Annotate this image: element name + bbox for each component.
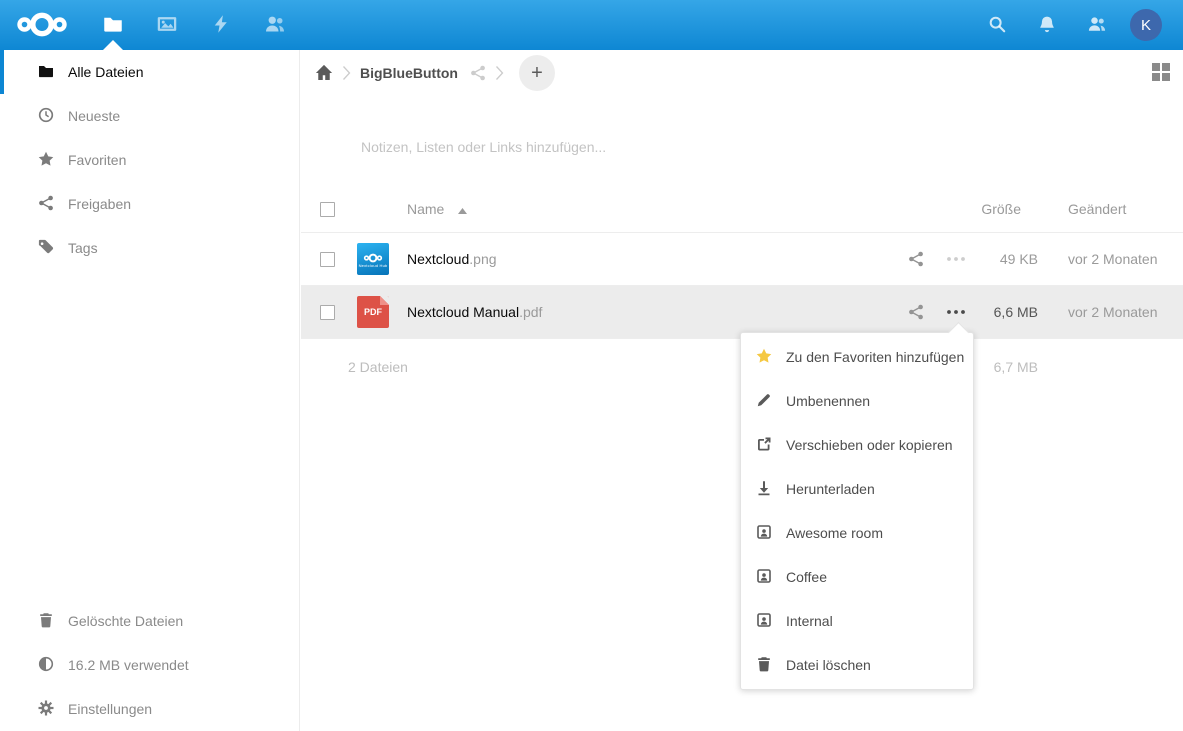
sidebar-item-settings[interactable]: Einstellungen	[0, 687, 299, 731]
grid-view-toggle-icon[interactable]	[1152, 63, 1170, 81]
chevron-right-icon	[495, 65, 504, 81]
file-actions-menu: Zu den Favoriten hinzufügen Umbenennen V…	[740, 332, 974, 690]
menu-item-internal[interactable]: Internal	[741, 599, 973, 643]
clock-icon	[38, 107, 54, 126]
sidebar-footer: Gelöschte Dateien 16.2 MB verwendet Eins…	[0, 599, 299, 731]
table-header-row: Name Größe Geändert	[301, 186, 1183, 233]
sidebar-item-shares[interactable]: Freigaben	[0, 182, 299, 226]
app-menu	[86, 0, 302, 50]
more-actions-icon[interactable]	[936, 257, 976, 261]
sidebar-item-quota[interactable]: 16.2 MB verwendet	[0, 643, 299, 687]
nextcloud-logo-icon[interactable]	[16, 11, 68, 41]
menu-item-delete-file[interactable]: Datei löschen	[741, 643, 973, 687]
menu-item-coffee[interactable]: Coffee	[741, 555, 973, 599]
share-icon[interactable]	[896, 304, 936, 320]
room-icon	[756, 524, 772, 543]
photos-icon	[157, 14, 177, 37]
sidebar-item-recent[interactable]: Neueste	[0, 94, 299, 138]
room-icon	[756, 568, 772, 587]
image-file-thumbnail[interactable]: Nextcloud Hub	[357, 243, 389, 275]
app-contacts[interactable]	[248, 0, 302, 50]
share-icon	[38, 195, 54, 214]
menu-item-add-to-favorites[interactable]: Zu den Favoriten hinzufügen	[741, 335, 973, 379]
select-all-checkbox[interactable]	[320, 202, 335, 217]
sidebar: Alle Dateien Neueste Favoriten Freigaben…	[0, 50, 300, 731]
column-header-modified[interactable]: Geändert	[1038, 201, 1183, 217]
app-photos[interactable]	[140, 0, 194, 50]
contacts-icon	[265, 14, 285, 37]
folder-icon	[38, 63, 54, 82]
share-icon[interactable]	[896, 251, 936, 267]
thumbnail-label: PDF	[364, 307, 382, 317]
contacts-icon	[1088, 15, 1106, 36]
file-modified: vor 2 Monaten	[1038, 251, 1183, 267]
app-activity[interactable]	[194, 0, 248, 50]
sidebar-item-label: Einstellungen	[68, 701, 152, 717]
share-icon[interactable]	[470, 65, 486, 81]
breadcrumb-current-folder[interactable]: BigBlueButton	[360, 65, 458, 81]
trash-icon	[756, 656, 772, 675]
pdf-file-thumbnail[interactable]: PDF	[357, 296, 389, 328]
column-header-size[interactable]: Größe	[976, 201, 1021, 217]
sidebar-item-label: Neueste	[68, 108, 120, 124]
chevron-right-icon	[342, 65, 351, 81]
move-icon	[756, 436, 772, 455]
menu-item-download[interactable]: Herunterladen	[741, 467, 973, 511]
avatar[interactable]: K	[1130, 9, 1162, 41]
sidebar-item-all-files[interactable]: Alle Dateien	[0, 50, 299, 94]
new-file-button[interactable]: +	[519, 55, 555, 91]
file-modified: vor 2 Monaten	[1038, 304, 1183, 320]
thumbnail-label: Nextcloud Hub	[359, 263, 388, 268]
star-icon	[38, 151, 54, 170]
sidebar-item-label: Freigaben	[68, 196, 131, 212]
menu-item-awesome-room[interactable]: Awesome room	[741, 511, 973, 555]
file-name[interactable]: Nextcloud.png	[407, 251, 896, 267]
file-size: 6,6 MB	[976, 304, 1038, 320]
file-row-nextcloud-png[interactable]: Nextcloud Hub Nextcloud.png 49 KB vor 2 …	[301, 233, 1183, 286]
sidebar-item-label: Alle Dateien	[68, 64, 144, 80]
gear-icon	[38, 700, 54, 719]
tag-icon	[38, 239, 54, 258]
file-size: 49 KB	[976, 251, 1038, 267]
sidebar-item-label: 16.2 MB verwendet	[68, 657, 189, 673]
menu-item-move-or-copy[interactable]: Verschieben oder kopieren	[741, 423, 973, 467]
breadcrumb: BigBlueButton +	[301, 50, 1183, 96]
sidebar-item-deleted-files[interactable]: Gelöschte Dateien	[0, 599, 299, 643]
row-checkbox[interactable]	[320, 305, 335, 320]
files-count: 2 Dateien	[348, 359, 408, 375]
download-icon	[756, 480, 772, 499]
menu-item-rename[interactable]: Umbenennen	[741, 379, 973, 423]
sort-ascending-icon[interactable]	[458, 201, 467, 217]
sidebar-item-tags[interactable]: Tags	[0, 226, 299, 270]
row-checkbox[interactable]	[320, 252, 335, 267]
header-right: K	[972, 0, 1183, 50]
star-icon	[756, 348, 772, 367]
more-actions-icon[interactable]	[936, 310, 976, 314]
sidebar-item-label: Tags	[68, 240, 98, 256]
file-name[interactable]: Nextcloud Manual.pdf	[407, 304, 896, 320]
search-icon	[988, 15, 1006, 36]
room-icon	[756, 612, 772, 631]
total-size: 6,7 MB	[994, 359, 1038, 375]
sidebar-item-label: Gelöschte Dateien	[68, 613, 183, 629]
search-button[interactable]	[972, 0, 1022, 50]
workspace-notes-input[interactable]: Notizen, Listen oder Links hinzufügen...	[361, 139, 606, 155]
column-header-name[interactable]: Name	[407, 201, 444, 217]
sidebar-item-favorites[interactable]: Favoriten	[0, 138, 299, 182]
nextcloud-logo-icon	[363, 253, 383, 263]
pencil-icon	[756, 392, 772, 411]
trash-icon	[38, 612, 54, 631]
top-bar: K	[0, 0, 1183, 50]
home-icon[interactable]	[315, 64, 333, 82]
folder-icon	[103, 14, 123, 37]
sidebar-item-label: Favoriten	[68, 152, 126, 168]
activity-icon	[211, 14, 231, 37]
notifications-button[interactable]	[1022, 0, 1072, 50]
bell-icon	[1038, 15, 1056, 36]
app-files[interactable]	[86, 0, 140, 50]
quota-icon	[38, 656, 54, 675]
contacts-menu-button[interactable]	[1072, 0, 1122, 50]
